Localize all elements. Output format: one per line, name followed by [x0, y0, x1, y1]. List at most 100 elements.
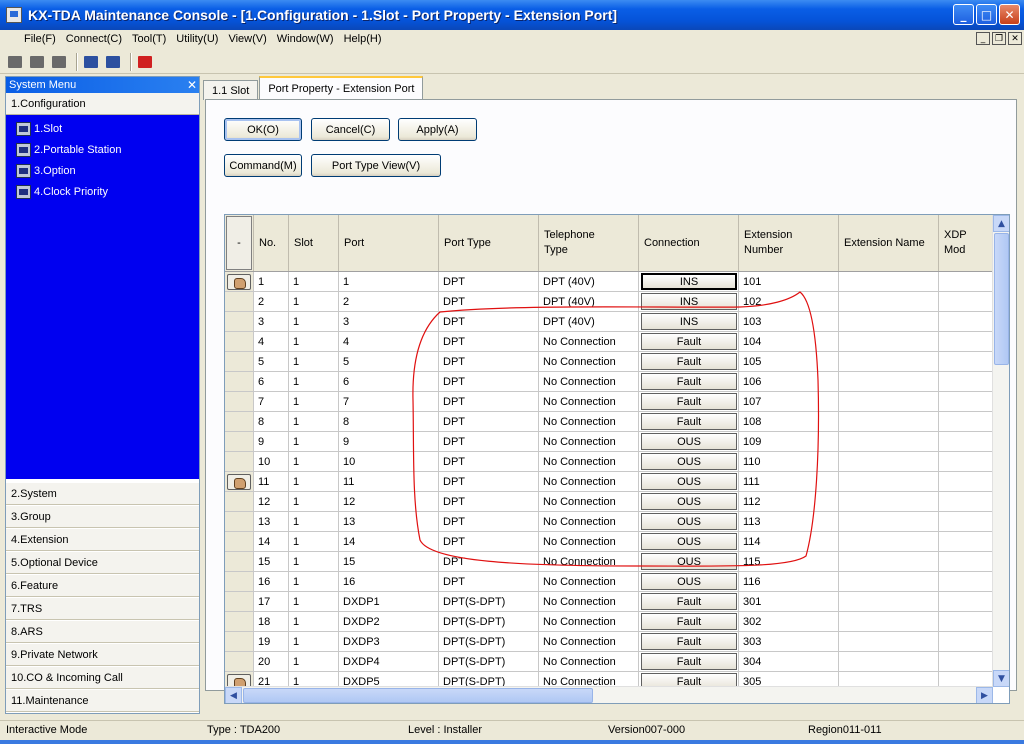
cell-xdp-mode[interactable] [939, 292, 993, 311]
table-row[interactable]: 9 1 9 DPT No Connection OUS 109 [225, 432, 993, 452]
hand-pointer-icon[interactable] [227, 673, 251, 687]
cell-port[interactable]: 6 [339, 372, 439, 391]
hand-pointer-icon[interactable] [227, 473, 251, 490]
row-selector[interactable] [225, 672, 254, 687]
app-icon[interactable] [6, 7, 22, 23]
menu-tool[interactable]: Tool(T) [132, 33, 166, 45]
cell-extension-number[interactable]: 112 [739, 492, 839, 511]
vertical-scroll-thumb[interactable] [994, 233, 1009, 365]
cell-telephone-type[interactable]: No Connection [539, 352, 639, 371]
cell-port[interactable]: 15 [339, 552, 439, 571]
cell-port-type[interactable]: DPT [439, 452, 539, 471]
cell-port-type[interactable]: DPT [439, 432, 539, 451]
cell-slot[interactable]: 1 [289, 492, 339, 511]
cell-port-type[interactable]: DPT [439, 532, 539, 551]
cell-extension-name[interactable] [839, 392, 939, 411]
cell-port[interactable]: 14 [339, 532, 439, 551]
cell-port-type[interactable]: DPT(S-DPT) [439, 592, 539, 611]
cell-no[interactable]: 18 [254, 612, 289, 631]
cell-extension-number[interactable]: 115 [739, 552, 839, 571]
category-item[interactable]: 8.ARS [6, 620, 199, 643]
cell-extension-name[interactable] [839, 352, 939, 371]
cell-extension-name[interactable] [839, 412, 939, 431]
cell-extension-name[interactable] [839, 552, 939, 571]
cell-port[interactable]: 12 [339, 492, 439, 511]
row-selector[interactable] [225, 612, 254, 631]
cell-port[interactable]: 3 [339, 312, 439, 331]
cell-xdp-mode[interactable] [939, 532, 993, 551]
connection-button[interactable]: Fault [641, 353, 737, 370]
cell-no[interactable]: 8 [254, 412, 289, 431]
cell-telephone-type[interactable]: No Connection [539, 532, 639, 551]
cell-port[interactable]: 13 [339, 512, 439, 531]
cell-xdp-mode[interactable] [939, 312, 993, 331]
cell-port-type[interactable]: DPT [439, 372, 539, 391]
mdi-minimize-button[interactable]: _ [976, 32, 990, 45]
menu-view[interactable]: View(V) [228, 33, 266, 45]
row-selector[interactable] [225, 592, 254, 611]
cell-port[interactable]: 5 [339, 352, 439, 371]
cell-port-type[interactable]: DPT [439, 272, 539, 291]
cell-telephone-type[interactable]: DPT (40V) [539, 292, 639, 311]
toolbar-phone-icon[interactable] [50, 53, 68, 71]
header-extension-number[interactable]: Extension Number [739, 215, 839, 271]
row-selector[interactable] [225, 452, 254, 471]
tab-slot[interactable]: 1.1 Slot [203, 80, 259, 100]
cell-extension-number[interactable]: 304 [739, 652, 839, 671]
cell-telephone-type[interactable]: No Connection [539, 572, 639, 591]
cell-xdp-mode[interactable] [939, 272, 993, 291]
connection-button[interactable]: OUS [641, 473, 737, 490]
connection-button[interactable]: Fault [641, 413, 737, 430]
cell-xdp-mode[interactable] [939, 452, 993, 471]
row-selector[interactable] [225, 412, 254, 431]
cell-extension-name[interactable] [839, 492, 939, 511]
apply-button[interactable]: Apply(A) [398, 118, 477, 141]
cell-port[interactable]: 10 [339, 452, 439, 471]
cell-port-type[interactable]: DPT [439, 552, 539, 571]
cell-xdp-mode[interactable] [939, 512, 993, 531]
port-type-view-button[interactable]: Port Type View(V) [311, 154, 441, 177]
cell-no[interactable]: 19 [254, 632, 289, 651]
row-selector[interactable] [225, 292, 254, 311]
row-selector[interactable] [225, 652, 254, 671]
cell-telephone-type[interactable]: No Connection [539, 512, 639, 531]
cell-extension-number[interactable]: 109 [739, 432, 839, 451]
category-item[interactable]: 9.Private Network [6, 643, 199, 666]
cell-port-type[interactable]: DPT [439, 412, 539, 431]
cell-extension-number[interactable]: 108 [739, 412, 839, 431]
connection-button[interactable]: INS [641, 293, 737, 310]
connection-button[interactable]: Fault [641, 613, 737, 630]
cell-port[interactable]: 11 [339, 472, 439, 491]
cell-telephone-type[interactable]: No Connection [539, 452, 639, 471]
cell-no[interactable]: 1 [254, 272, 289, 291]
grid-corner-button[interactable]: - [226, 216, 252, 270]
cell-slot[interactable]: 1 [289, 632, 339, 651]
cell-telephone-type[interactable]: No Connection [539, 592, 639, 611]
tree-item-portable-station[interactable]: 2.Portable Station [6, 139, 199, 160]
category-item[interactable]: 6.Feature [6, 574, 199, 597]
minimize-button[interactable]: _ [953, 4, 974, 25]
cell-port[interactable]: DXDP5 [339, 672, 439, 687]
cell-xdp-mode[interactable] [939, 612, 993, 631]
cell-extension-name[interactable] [839, 592, 939, 611]
cell-no[interactable]: 13 [254, 512, 289, 531]
cell-xdp-mode[interactable] [939, 472, 993, 491]
category-item[interactable]: 7.TRS [6, 597, 199, 620]
cell-xdp-mode[interactable] [939, 432, 993, 451]
cell-slot[interactable]: 1 [289, 512, 339, 531]
table-row[interactable]: 18 1 DXDP2 DPT(S-DPT) No Connection Fault 302 [225, 612, 993, 632]
cell-extension-number[interactable]: 116 [739, 572, 839, 591]
connection-button[interactable]: OUS [641, 433, 737, 450]
scroll-right-icon[interactable]: ▶ [976, 687, 993, 703]
cell-port-type[interactable]: DPT [439, 292, 539, 311]
cell-extension-number[interactable]: 103 [739, 312, 839, 331]
cell-telephone-type[interactable]: No Connection [539, 372, 639, 391]
cell-port-type[interactable]: DPT [439, 472, 539, 491]
cell-extension-number[interactable]: 111 [739, 472, 839, 491]
header-no[interactable]: No. [254, 215, 289, 271]
cell-xdp-mode[interactable] [939, 652, 993, 671]
cell-no[interactable]: 11 [254, 472, 289, 491]
cell-port-type[interactable]: DPT [439, 332, 539, 351]
cell-no[interactable]: 4 [254, 332, 289, 351]
toolbar-connect-icon[interactable] [6, 53, 24, 71]
